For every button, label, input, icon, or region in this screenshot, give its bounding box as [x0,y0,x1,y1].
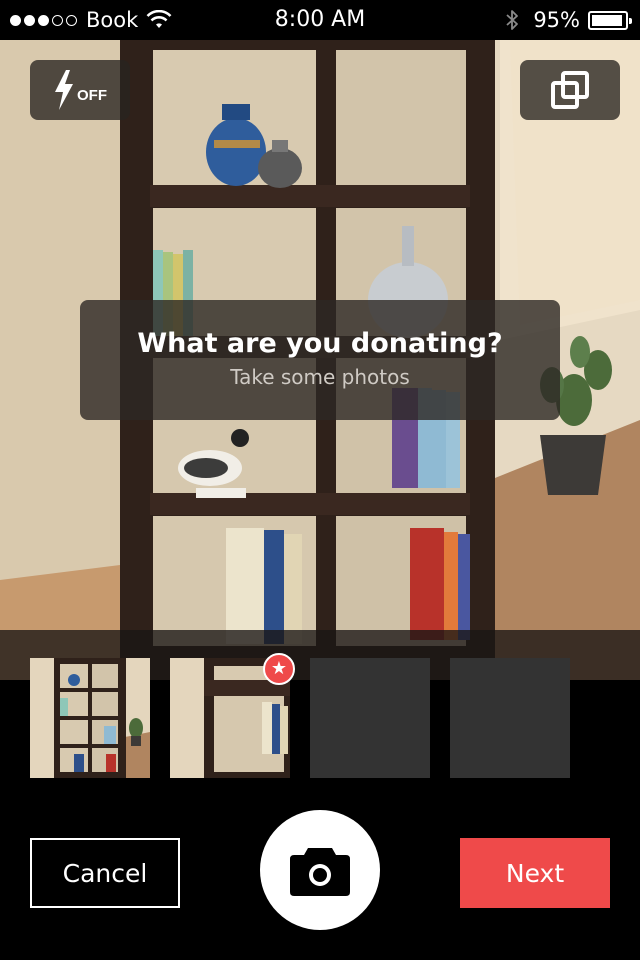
battery-level [592,14,623,26]
prompt-subtitle: Take some photos [230,365,410,389]
switch-camera-icon [551,71,589,109]
battery-tip [629,17,632,24]
cancel-button[interactable]: Cancel [30,838,180,908]
shutter-button[interactable] [260,810,380,930]
photo-thumbnail[interactable] [30,658,150,778]
status-right: 95% [505,8,632,32]
bluetooth-icon [506,10,519,30]
prompt-title: What are you donating? [137,328,503,359]
empty-thumbnail-slot[interactable] [450,658,570,778]
star-icon: ★ [263,653,295,685]
donation-prompt: What are you donating? Take some photos [80,300,560,420]
battery-icon [588,10,632,30]
thumbnail-image [30,658,150,778]
camera-icon [290,848,350,896]
status-bar: Book 8:00 AM 95% [0,0,640,40]
battery-percentage: 95% [533,8,580,32]
switch-camera-button[interactable] [520,60,620,120]
next-button[interactable]: Next [460,838,610,908]
flash-toggle-button[interactable]: OFF [30,60,130,120]
empty-thumbnail-slot[interactable] [310,658,430,778]
lightning-bolt-icon [55,70,73,110]
camera-viewfinder[interactable]: OFF What are you donating? Take some pho… [0,40,640,680]
flash-state-label: OFF [77,86,107,104]
